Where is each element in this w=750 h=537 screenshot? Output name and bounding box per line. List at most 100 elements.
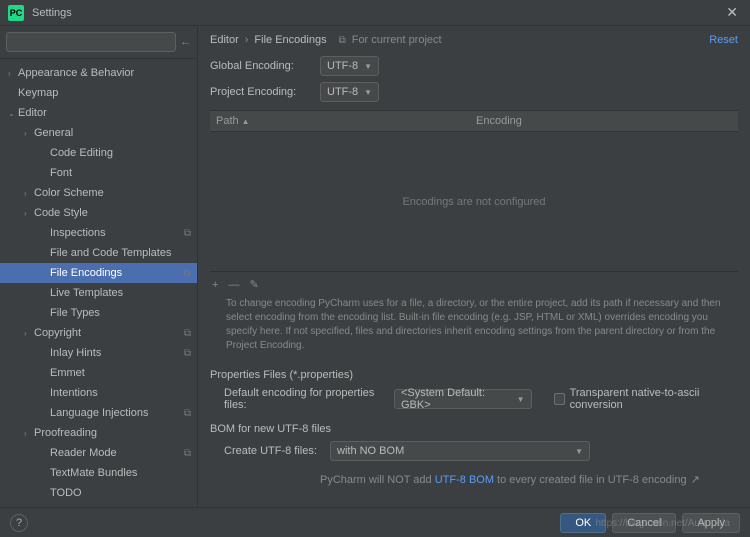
tree-arrow-icon: › [24,209,34,218]
sidebar-item-label: Editor [18,107,47,119]
sidebar-item-editor[interactable]: ⌄Editor [0,103,197,123]
table-toolbar: + — ✎ [210,272,738,297]
sidebar-item-label: Code Editing [50,147,113,159]
sidebar-item-inlay-hints[interactable]: Inlay Hints ⧉ [0,343,197,363]
sidebar-item-file-types[interactable]: File Types [0,303,197,323]
bom-section-title: BOM for new UTF-8 files [210,423,738,435]
project-encoding-dropdown[interactable]: UTF-8 ▼ [320,82,379,102]
help-button[interactable]: ? [10,514,28,532]
sidebar-item-keymap[interactable]: Keymap [0,83,197,103]
sidebar-item-general[interactable]: ›General [0,123,197,143]
sidebar-item-emmet[interactable]: Emmet [0,363,197,383]
sidebar-item-language-injections[interactable]: Language Injections⧉ [0,403,197,423]
sidebar-item-reader-mode[interactable]: Reader Mode⧉ [0,443,197,463]
app-logo-icon: PC [8,5,24,21]
breadcrumb: Editor › File Encodings ⧉ For current pr… [210,34,738,46]
external-link-icon: ↗ [691,474,700,486]
transparent-conversion-checkbox[interactable]: Transparent native-to-ascii conversion [554,387,738,411]
chevron-down-icon: ▼ [575,447,583,456]
sidebar-item-inspections[interactable]: Inspections⧉ [0,223,197,243]
column-path-label: Path [216,115,239,127]
ok-button[interactable]: OK [560,513,606,533]
close-icon[interactable]: ✕ [722,4,742,21]
properties-section-title: Properties Files (*.properties) [210,369,738,381]
column-encoding[interactable]: Encoding [476,115,522,127]
sidebar-item-label: General [34,127,73,139]
sidebar-item-todo[interactable]: TODO [0,483,197,503]
chevron-down-icon: ▼ [364,88,372,97]
footer: ? OK Cancel Apply [0,507,750,537]
project-scope-label: For current project [352,34,442,46]
sidebar-item-font[interactable]: Font [0,163,197,183]
bom-note: PyCharm will NOT add UTF-8 BOM to every … [210,473,738,486]
properties-default-dropdown[interactable]: <System Default: GBK> ▼ [394,389,532,409]
cancel-button[interactable]: Cancel [612,513,676,533]
sidebar-item-label: File Encodings [50,267,122,279]
bom-create-value: with NO BOM [337,445,404,457]
chevron-down-icon: ▼ [364,62,372,71]
search-input[interactable] [6,32,176,52]
bom-create-dropdown[interactable]: with NO BOM ▼ [330,441,590,461]
apply-button[interactable]: Apply [682,513,740,533]
search-back-icon[interactable]: ← [180,36,191,48]
add-icon[interactable]: + [212,279,218,291]
sidebar-item-label: Keymap [18,87,58,99]
search-row: ← [0,26,197,59]
sidebar-item-code-style[interactable]: ›Code Style [0,203,197,223]
sidebar-item-label: Inspections [50,227,106,239]
tree-arrow-icon: › [24,129,34,138]
transparent-conversion-label: Transparent native-to-ascii conversion [570,387,738,411]
column-path[interactable]: Path ▲ [216,115,476,127]
properties-default-row: Default encoding for properties files: <… [210,387,738,411]
sidebar-item-label: TextMate Bundles [50,467,137,479]
sidebar-item-appearance-behavior[interactable]: ›Appearance & Behavior [0,63,197,83]
sidebar-item-copyright[interactable]: ›Copyright⧉ [0,323,197,343]
global-encoding-label: Global Encoding: [210,60,310,72]
sidebar-item-label: Appearance & Behavior [18,67,134,79]
sidebar-item-label: Code Style [34,207,88,219]
sidebar-item-plugins[interactable]: Plugins⧉ [0,503,197,506]
bom-note-suffix: to every created file in UTF-8 encoding [494,474,687,486]
sort-asc-icon: ▲ [242,117,250,126]
sidebar-item-textmate-bundles[interactable]: TextMate Bundles [0,463,197,483]
project-badge-icon: ⧉ [184,348,191,359]
table-header: Path ▲ Encoding [210,110,738,132]
sidebar-item-file-and-code-templates[interactable]: File and Code Templates [0,243,197,263]
tree-arrow-icon: › [8,69,18,78]
bom-note-prefix: PyCharm will NOT add [320,474,435,486]
sidebar-item-proofreading[interactable]: ›Proofreading [0,423,197,443]
edit-icon[interactable]: ✎ [249,278,258,291]
sidebar-item-label: Emmet [50,367,85,379]
reset-link[interactable]: Reset [709,34,738,46]
table-empty-text: Encodings are not configured [402,196,545,208]
sidebar: ← ›Appearance & BehaviorKeymap⌄Editor›Ge… [0,26,198,506]
sidebar-item-color-scheme[interactable]: ›Color Scheme [0,183,197,203]
sidebar-item-label: Proofreading [34,427,97,439]
bom-create-row: Create UTF-8 files: with NO BOM ▼ [210,441,738,461]
sidebar-item-file-encodings[interactable]: File Encodings⧉ [0,263,197,283]
sidebar-item-label: Font [50,167,72,179]
sidebar-item-intentions[interactable]: Intentions [0,383,197,403]
sidebar-item-label: TODO [50,487,82,499]
properties-default-value: <System Default: GBK> [401,387,511,411]
sidebar-item-code-editing[interactable]: Code Editing [0,143,197,163]
global-encoding-dropdown[interactable]: UTF-8 ▼ [320,56,379,76]
breadcrumb-current: File Encodings [254,34,326,46]
titlebar: PC Settings ✕ [0,0,750,26]
bom-note-link[interactable]: UTF-8 BOM [435,474,494,486]
sidebar-item-label: Inlay Hints [50,347,101,359]
properties-default-label: Default encoding for properties files: [224,387,384,411]
sidebar-item-label: File Types [50,307,100,319]
breadcrumb-root[interactable]: Editor [210,34,239,46]
project-scope-icon: ⧉ [339,35,346,46]
sidebar-item-label: Intentions [50,387,98,399]
tree-arrow-icon: › [24,329,34,338]
project-badge-icon: ⧉ [184,408,191,419]
encoding-table-body: Encodings are not configured [210,132,738,272]
sidebar-item-live-templates[interactable]: Live Templates [0,283,197,303]
remove-icon[interactable]: — [228,279,239,291]
global-encoding-value: UTF-8 [327,60,358,72]
project-encoding-value: UTF-8 [327,86,358,98]
sidebar-item-label: Reader Mode [50,447,117,459]
project-encoding-row: Project Encoding: UTF-8 ▼ [210,82,738,102]
